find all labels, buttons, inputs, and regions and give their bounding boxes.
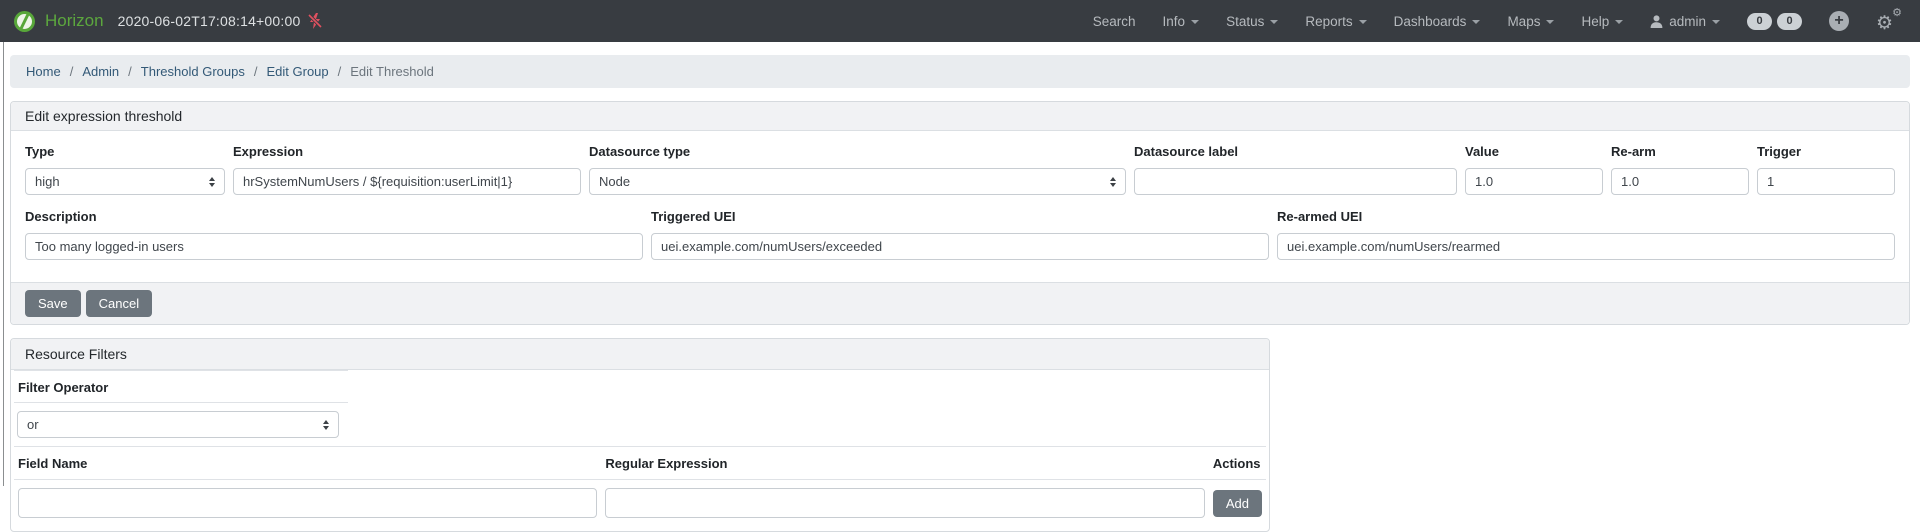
trigger-input[interactable]: [1757, 168, 1895, 195]
expression-field: Expression: [233, 144, 581, 195]
chevron-down-icon: [1712, 20, 1720, 24]
add-circle-icon[interactable]: +: [1829, 11, 1849, 31]
brand-group[interactable]: Horizon: [14, 11, 104, 32]
chevron-down-icon: [1191, 20, 1199, 24]
nav-item-help[interactable]: Help: [1581, 14, 1623, 29]
datasource-type-label: Datasource type: [589, 144, 1126, 159]
filters-table: Field Name Regular Expression Actions Ad…: [14, 446, 1266, 518]
select-arrows-icon: [323, 420, 329, 430]
nav-item-status[interactable]: Status: [1226, 14, 1278, 29]
datasource-label-input[interactable]: [1134, 168, 1457, 195]
brand-title[interactable]: Horizon: [45, 11, 104, 31]
gears-icon[interactable]: ⚙ ⚙: [1876, 9, 1902, 33]
value-field: Value: [1465, 144, 1603, 195]
chevron-down-icon: [1359, 20, 1367, 24]
expression-input[interactable]: [233, 168, 581, 195]
breadcrumb: Home / Admin / Threshold Groups / Edit G…: [10, 55, 1910, 88]
value-input[interactable]: [1465, 168, 1603, 195]
type-select[interactable]: high: [25, 168, 225, 195]
notification-badges: 0 0: [1747, 13, 1802, 30]
flash-off-icon: [307, 13, 323, 29]
type-label: Type: [25, 144, 225, 159]
trigger-field: Trigger: [1757, 144, 1895, 195]
breadcrumb-edit-group[interactable]: Edit Group: [266, 64, 328, 79]
expression-label: Expression: [233, 144, 581, 159]
rearmed-uei-input[interactable]: [1277, 233, 1895, 260]
add-button[interactable]: Add: [1213, 490, 1262, 517]
rearmed-uei-field: Re-armed UEI: [1277, 209, 1895, 260]
nav-item-dashboards[interactable]: Dashboards: [1394, 14, 1481, 29]
nav-item-user-menu[interactable]: admin: [1650, 14, 1720, 29]
rearm-label: Re-arm: [1611, 144, 1749, 159]
datasource-type-field: Datasource type Node: [589, 144, 1126, 195]
regular-expression-input[interactable]: [605, 488, 1204, 518]
description-label: Description: [25, 209, 643, 224]
user-icon: [1650, 15, 1663, 28]
datasource-type-select[interactable]: Node: [589, 168, 1126, 195]
breadcrumb-home[interactable]: Home: [26, 64, 61, 79]
filter-operator-label: Filter Operator: [14, 370, 348, 403]
edit-threshold-actions: Save Cancel: [11, 282, 1909, 324]
value-label: Value: [1465, 144, 1603, 159]
save-button[interactable]: Save: [25, 290, 81, 317]
new-filter-row: Add: [14, 480, 1266, 519]
card-title: Edit expression threshold: [11, 102, 1909, 131]
filter-operator-section: Filter Operator or: [14, 370, 348, 446]
rearmed-uei-label: Re-armed UEI: [1277, 209, 1895, 224]
datasource-label-label: Datasource label: [1134, 144, 1457, 159]
cancel-button[interactable]: Cancel: [86, 290, 152, 317]
triggered-uei-label: Triggered UEI: [651, 209, 1269, 224]
rearm-input[interactable]: [1611, 168, 1749, 195]
page-content: Home / Admin / Threshold Groups / Edit G…: [0, 55, 1920, 532]
navbar-menu: Search Info Status Reports Dashboards Ma…: [1093, 9, 1902, 33]
actions-header: Actions: [1209, 447, 1266, 480]
select-arrows-icon: [209, 177, 215, 187]
rearm-field: Re-arm: [1611, 144, 1749, 195]
field-name-header: Field Name: [14, 447, 601, 480]
notification-badge[interactable]: 0: [1747, 13, 1772, 30]
description-input[interactable]: [25, 233, 643, 260]
opennms-logo-icon: [14, 11, 35, 32]
select-arrows-icon: [1110, 177, 1116, 187]
notification-badge[interactable]: 0: [1777, 13, 1802, 30]
nav-item-info[interactable]: Info: [1163, 14, 1200, 29]
chevron-down-icon: [1270, 20, 1278, 24]
chevron-down-icon: [1546, 20, 1554, 24]
chevron-down-icon: [1615, 20, 1623, 24]
field-name-input[interactable]: [18, 488, 597, 518]
nav-item-maps[interactable]: Maps: [1507, 14, 1554, 29]
nav-item-search[interactable]: Search: [1093, 14, 1136, 29]
resource-filters-card: Resource Filters Filter Operator or Fiel…: [10, 338, 1270, 532]
type-field: Type high: [25, 144, 225, 195]
breadcrumb-current: Edit Threshold: [350, 64, 434, 79]
edit-threshold-form: Type high Expression Datasource type Nod…: [11, 131, 1909, 282]
edit-threshold-card: Edit expression threshold Type high Expr…: [10, 101, 1910, 325]
filters-header-row: Field Name Regular Expression Actions: [14, 447, 1266, 480]
server-timestamp: 2020-06-02T17:08:14+00:00: [118, 13, 301, 29]
breadcrumb-threshold-groups[interactable]: Threshold Groups: [141, 64, 245, 79]
top-navbar: Horizon 2020-06-02T17:08:14+00:00 Search…: [0, 0, 1920, 42]
description-field: Description: [25, 209, 643, 260]
breadcrumb-admin[interactable]: Admin: [82, 64, 119, 79]
datasource-label-field: Datasource label: [1134, 144, 1457, 195]
chevron-down-icon: [1472, 20, 1480, 24]
resource-filters-title: Resource Filters: [11, 339, 1269, 370]
regular-expression-header: Regular Expression: [601, 447, 1208, 480]
trigger-label: Trigger: [1757, 144, 1895, 159]
nav-item-reports[interactable]: Reports: [1305, 14, 1366, 29]
triggered-uei-input[interactable]: [651, 233, 1269, 260]
window-edge-line: [3, 42, 4, 486]
form-row-2: Description Triggered UEI Re-armed UEI: [25, 209, 1895, 260]
filter-operator-select[interactable]: or: [17, 411, 339, 438]
resource-filters-body: Filter Operator or Field Name Regular Ex…: [11, 370, 1269, 531]
form-row-1: Type high Expression Datasource type Nod…: [25, 144, 1895, 195]
triggered-uei-field: Triggered UEI: [651, 209, 1269, 260]
